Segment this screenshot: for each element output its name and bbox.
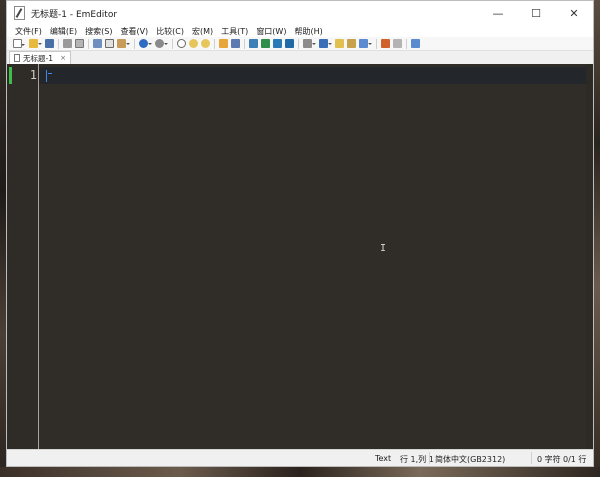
- text-caret: [46, 70, 47, 82]
- line-number-gutter: 1: [7, 64, 39, 449]
- view-mode-icon[interactable]: [359, 39, 372, 48]
- menu-view[interactable]: 查看(V): [116, 26, 152, 37]
- toolbar-separator: [244, 38, 245, 49]
- mouse-ibeam-cursor-icon: I: [380, 243, 387, 254]
- workspace-icon[interactable]: [273, 39, 282, 48]
- tab-untitled-1[interactable]: 无标题-1 ×: [9, 51, 71, 64]
- status-divider: [429, 452, 430, 464]
- modified-line-marker: [9, 67, 12, 84]
- cut-icon[interactable]: [93, 39, 102, 48]
- split-vertical-icon[interactable]: [261, 39, 270, 48]
- minimize-button[interactable]: —: [479, 1, 517, 25]
- toolbar-separator: [134, 38, 135, 49]
- text-editor[interactable]: 1 I: [7, 64, 593, 449]
- marks-icon[interactable]: [347, 39, 356, 48]
- find-previous-icon[interactable]: [201, 39, 210, 48]
- line-number: 1: [29, 68, 37, 82]
- menu-file[interactable]: 文件(F): [7, 26, 46, 37]
- menu-compare[interactable]: 比较(C): [152, 26, 188, 37]
- find-next-icon[interactable]: [189, 39, 198, 48]
- plugin-icon[interactable]: [411, 39, 420, 48]
- tab-close-icon[interactable]: ×: [60, 54, 66, 62]
- record-macro-icon[interactable]: [381, 39, 390, 48]
- menu-tools[interactable]: 工具(T): [217, 26, 252, 37]
- find-icon[interactable]: [177, 39, 186, 48]
- menu-search[interactable]: 搜索(S): [81, 26, 116, 37]
- menu-help[interactable]: 帮助(H): [290, 26, 326, 37]
- document-tab-strip: 无标题-1 ×: [7, 51, 593, 64]
- output-bar-icon[interactable]: [285, 39, 294, 48]
- document-icon: [14, 54, 20, 62]
- print-preview-icon[interactable]: [75, 39, 84, 48]
- menu-bar: 文件(F) 编辑(E) 搜索(S) 查看(V) 比较(C) 宏(M) 工具(T)…: [7, 25, 593, 37]
- configuration-icon[interactable]: [303, 39, 316, 48]
- emeditor-window: 无标题-1 - EmEditor — ☐ ✕ 文件(F) 编辑(E) 搜索(S)…: [6, 0, 594, 467]
- copy-icon[interactable]: [105, 39, 114, 48]
- toolbar-separator: [88, 38, 89, 49]
- current-line-highlight: [39, 67, 586, 84]
- toolbar-separator: [406, 38, 407, 49]
- end-of-line-mark: [48, 73, 52, 74]
- menu-edit[interactable]: 编辑(E): [46, 26, 81, 37]
- font-icon[interactable]: [319, 39, 332, 48]
- redo-icon[interactable]: [155, 39, 168, 48]
- toolbar: [7, 37, 593, 51]
- highlight-icon[interactable]: [219, 39, 228, 48]
- window-controls: — ☐ ✕: [479, 1, 593, 25]
- tab-label: 无标题-1: [23, 53, 53, 63]
- undo-icon[interactable]: [139, 39, 152, 48]
- desktop-background-right: [594, 0, 600, 477]
- filter-icon[interactable]: [231, 39, 240, 48]
- desktop-background-bottom: [0, 467, 600, 477]
- window-title: 无标题-1 - EmEditor: [31, 9, 118, 20]
- status-char-count: 0 字符: [537, 455, 561, 464]
- new-file-icon[interactable]: [13, 39, 25, 48]
- split-horizontal-icon[interactable]: [249, 39, 258, 48]
- toolbar-separator: [214, 38, 215, 49]
- print-icon[interactable]: [63, 39, 72, 48]
- status-encoding[interactable]: 简体中文(GB2312): [435, 454, 505, 465]
- open-folder-icon[interactable]: [29, 39, 42, 48]
- status-bar: Text 行 1,列 1 简体中文(GB2312) 0 字符 0/1 行: [7, 449, 593, 466]
- toolbar-separator: [58, 38, 59, 49]
- title-bar[interactable]: 无标题-1 - EmEditor — ☐ ✕: [7, 1, 593, 25]
- toolbar-separator: [298, 38, 299, 49]
- paste-icon[interactable]: [117, 39, 130, 48]
- close-button[interactable]: ✕: [555, 1, 593, 25]
- word-wrap-icon[interactable]: [335, 39, 344, 48]
- toolbar-separator: [376, 38, 377, 49]
- toolbar-separator: [172, 38, 173, 49]
- menu-window[interactable]: 窗口(W): [252, 26, 290, 37]
- status-line-count: 0/1 行: [563, 455, 587, 464]
- save-icon[interactable]: [45, 39, 54, 48]
- run-macro-icon[interactable]: [393, 39, 402, 48]
- vertical-scrollbar[interactable]: [586, 64, 593, 449]
- menu-macros[interactable]: 宏(M): [188, 26, 217, 37]
- status-mode[interactable]: Text: [375, 454, 391, 463]
- emeditor-app-icon[interactable]: [13, 6, 25, 20]
- maximize-button[interactable]: ☐: [517, 1, 555, 25]
- status-divider: [531, 452, 532, 464]
